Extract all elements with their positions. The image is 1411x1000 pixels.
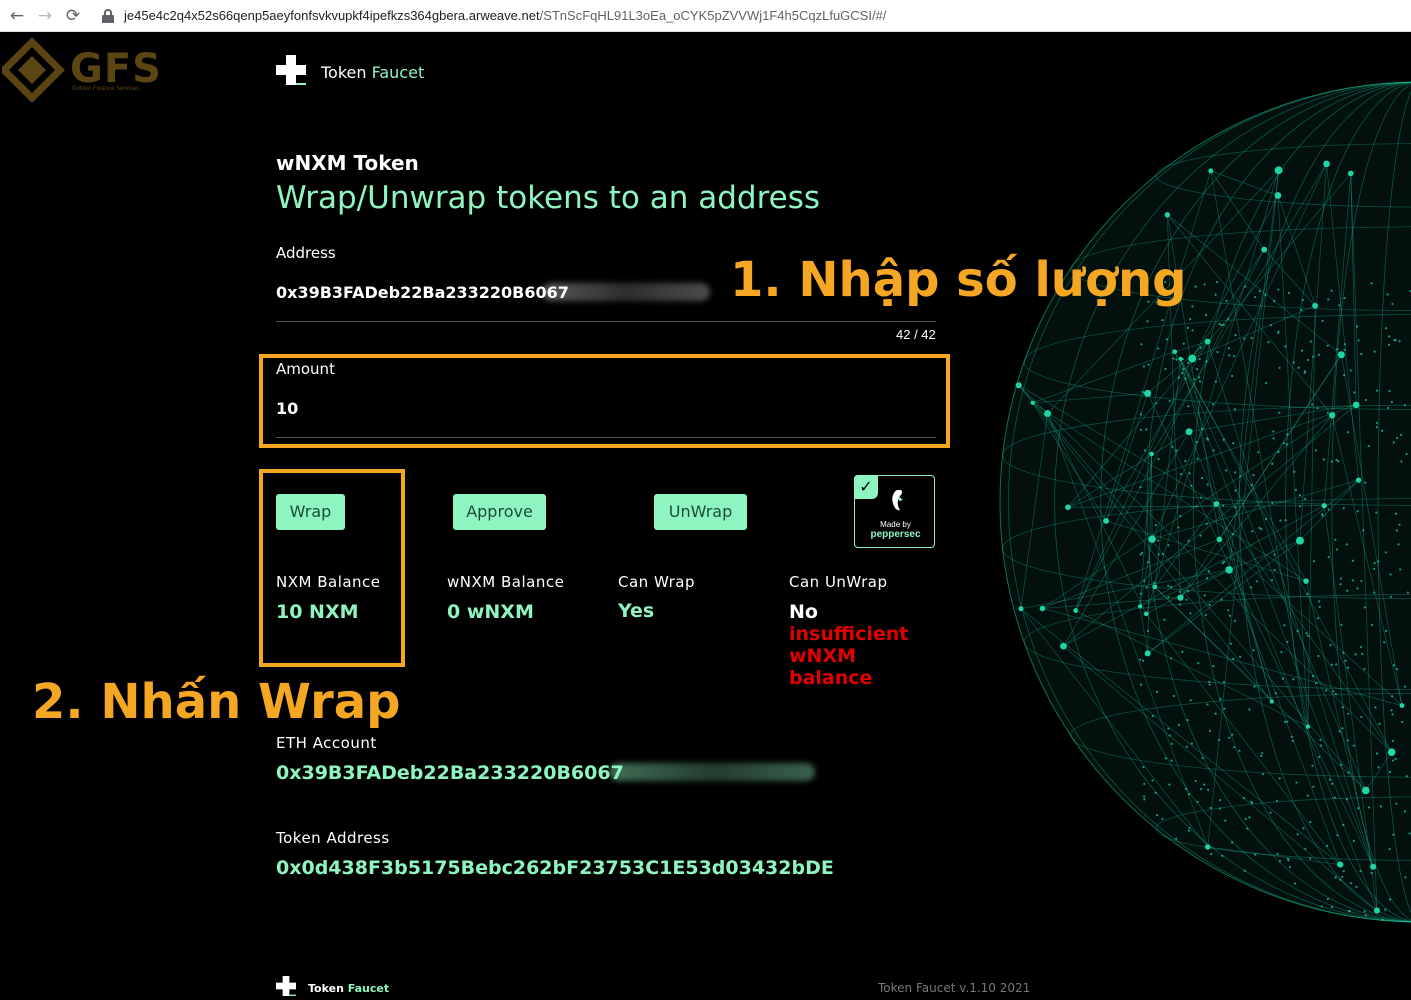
address-underline [276, 321, 936, 322]
wnxm-balance-value: 0 wNXM [447, 601, 534, 623]
brand-second: Faucet [371, 63, 425, 82]
browser-toolbar: ← → ⟳ je45e4c2q4x52s66qenp5aeyfonfsvkvup… [0, 0, 1411, 32]
eth-account-redacted [609, 763, 815, 781]
address-input[interactable]: 0x39B3FADeb22Ba233220B6067 [276, 283, 569, 302]
token-address-value: 0x0d438F3b5175Bebc262bF23753C1E53d03432b… [276, 857, 834, 879]
footer-version: Token Faucet v.1.10 2021 [878, 981, 1031, 995]
address-redacted [542, 283, 710, 301]
annotation-step2: 2. Nhấn Wrap [32, 674, 401, 730]
unwrap-button[interactable]: UnWrap [654, 494, 747, 530]
address-label: Address [276, 244, 336, 262]
page-title: wNXM Token [276, 151, 419, 175]
eth-account-label: ETH Account [276, 734, 377, 752]
footer-brand[interactable]: Token Faucet [308, 982, 389, 995]
gfs-subtitle: Golden Finance Services [72, 86, 140, 92]
footer-brand-second: Faucet [347, 982, 390, 995]
address-char-counter: 42 / 42 [896, 327, 936, 342]
wnxm-balance-label: wNXM Balance [447, 573, 565, 591]
globe-network-illustration [999, 81, 1411, 923]
can-unwrap-value: No [789, 601, 818, 623]
lock-icon [102, 8, 114, 23]
annotation-wrap-highlight [259, 469, 405, 667]
annotation-step1: 1. Nhập số lượng [730, 252, 1187, 308]
approve-button[interactable]: Approve [453, 494, 546, 530]
can-unwrap-label: Can UnWrap [789, 573, 888, 591]
can-wrap-value: Yes [618, 600, 655, 622]
token-address-label: Token Address [276, 829, 390, 847]
can-unwrap-error: insufficient wNXM balance [789, 623, 909, 689]
badge-brand: peppersec [870, 529, 921, 540]
can-wrap-label: Can Wrap [618, 573, 695, 591]
brand-first: Token [321, 63, 367, 82]
badge-made-by: Made by [880, 520, 911, 529]
checkmark-icon: ✓ [854, 475, 878, 499]
footer-logo-icon [276, 976, 296, 996]
peppersec-badge[interactable]: ✓ Made by peppersec [854, 475, 935, 548]
annotation-amount-highlight [259, 354, 950, 448]
footer-brand-first: Token [308, 982, 344, 995]
eth-account-value: 0x39B3FADeb22Ba233220B6067 [276, 762, 624, 784]
forward-arrow-icon[interactable]: → [34, 5, 56, 27]
url-host: je45e4c2q4x52s66qenp5aeyfonfsvkvupkf4ipe… [124, 8, 540, 23]
page-subtitle: Wrap/Unwrap tokens to an address [276, 180, 821, 216]
reload-icon[interactable]: ⟳ [62, 5, 84, 27]
url-path: /STnScFqHL91L3oEa_oCYK5pZVVWj1F4h5CqzLfu… [539, 8, 887, 23]
token-faucet-logo-icon [276, 55, 306, 85]
pepper-icon [892, 490, 903, 511]
back-arrow-icon[interactable]: ← [6, 5, 28, 27]
address-bar[interactable]: je45e4c2q4x52s66qenp5aeyfonfsvkvupkf4ipe… [124, 8, 886, 23]
brand-title[interactable]: Token Faucet [321, 63, 424, 82]
